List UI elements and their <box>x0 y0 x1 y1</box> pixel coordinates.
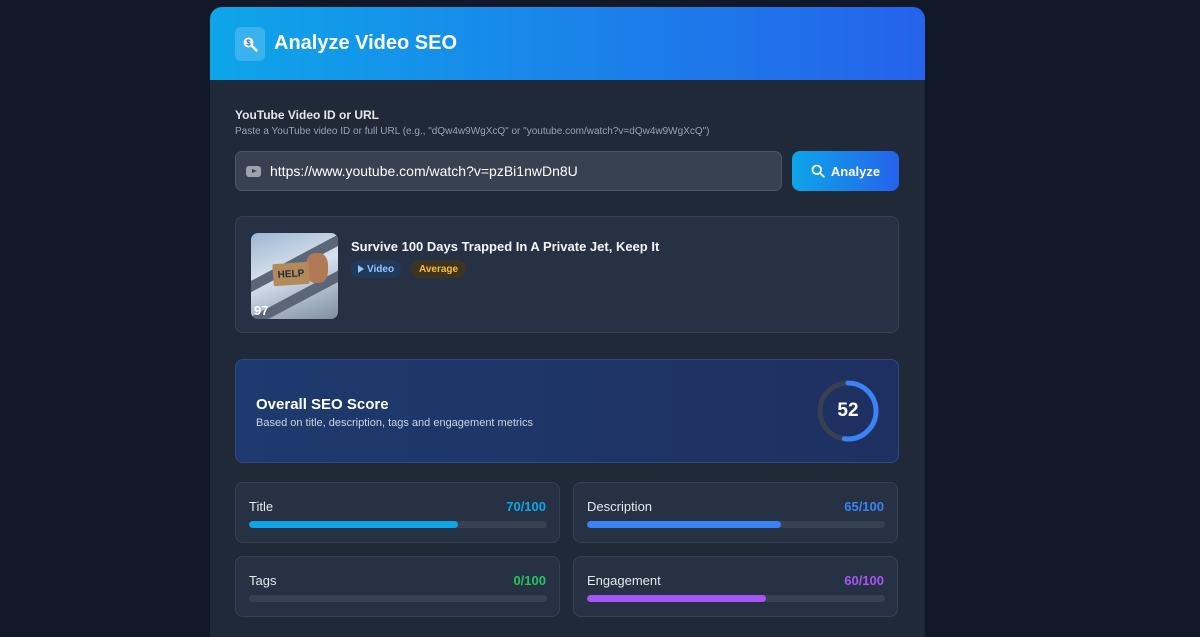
rating-badge: Average <box>411 260 467 278</box>
video-preview-card: HELP 97 Survive 100 Days Trapped In A Pr… <box>235 216 899 333</box>
metric-name: Description <box>587 499 653 514</box>
metric-progress-track <box>587 521 885 528</box>
overall-score-value: 52 <box>837 400 859 421</box>
video-type-badge: Video <box>351 260 402 278</box>
video-type-label: Video <box>367 263 395 275</box>
metric-value: 70/100 <box>506 499 546 514</box>
thumbnail-number: 97 <box>254 303 269 318</box>
analyze-button-label: Analyze <box>830 163 881 179</box>
analyze-button[interactable]: Analyze <box>792 151 899 191</box>
url-field-hint: Paste a YouTube video ID or full URL (e.… <box>235 126 710 137</box>
metric-name: Title <box>249 499 274 514</box>
search-dollar-icon: $ <box>235 26 265 61</box>
metric-progress-fill <box>249 521 458 528</box>
url-input-wrapper[interactable] <box>235 151 782 191</box>
youtube-icon <box>246 165 261 177</box>
metric-name: Tags <box>249 573 277 588</box>
overall-score-card: Overall SEO Score Based on title, descri… <box>235 359 899 463</box>
search-icon <box>811 164 825 178</box>
play-icon <box>358 265 364 273</box>
metric-progress-track <box>587 595 885 602</box>
metric-card-engagement: Engagement 60/100 <box>573 556 898 617</box>
svg-text:$: $ <box>246 38 251 47</box>
metric-progress-fill <box>587 521 781 528</box>
metric-card-description: Description 65/100 <box>573 482 898 543</box>
metric-value: 60/100 <box>844 573 884 588</box>
overall-score-subtitle: Based on title, description, tags and en… <box>256 417 533 429</box>
metric-progress-track <box>249 595 547 602</box>
thumbnail-sign: HELP <box>272 261 310 287</box>
metric-card-title: Title 70/100 <box>235 482 560 543</box>
url-input[interactable] <box>270 163 770 179</box>
seo-analyzer-card: $ Analyze Video SEO YouTube Video ID or … <box>210 7 925 637</box>
metric-value: 65/100 <box>844 499 884 514</box>
video-thumbnail[interactable]: HELP 97 <box>251 233 338 319</box>
metric-card-tags: Tags 0/100 <box>235 556 560 617</box>
metric-progress-fill <box>587 595 766 602</box>
metric-value: 0/100 <box>513 573 546 588</box>
card-header: $ Analyze Video SEO <box>210 7 925 80</box>
overall-score-title: Overall SEO Score <box>256 396 389 413</box>
video-title: Survive 100 Days Trapped In A Private Je… <box>351 239 660 254</box>
page-title: Analyze Video SEO <box>274 32 458 54</box>
url-field-label: YouTube Video ID or URL <box>235 108 379 122</box>
metric-name: Engagement <box>587 573 661 588</box>
metric-progress-track <box>249 521 547 528</box>
